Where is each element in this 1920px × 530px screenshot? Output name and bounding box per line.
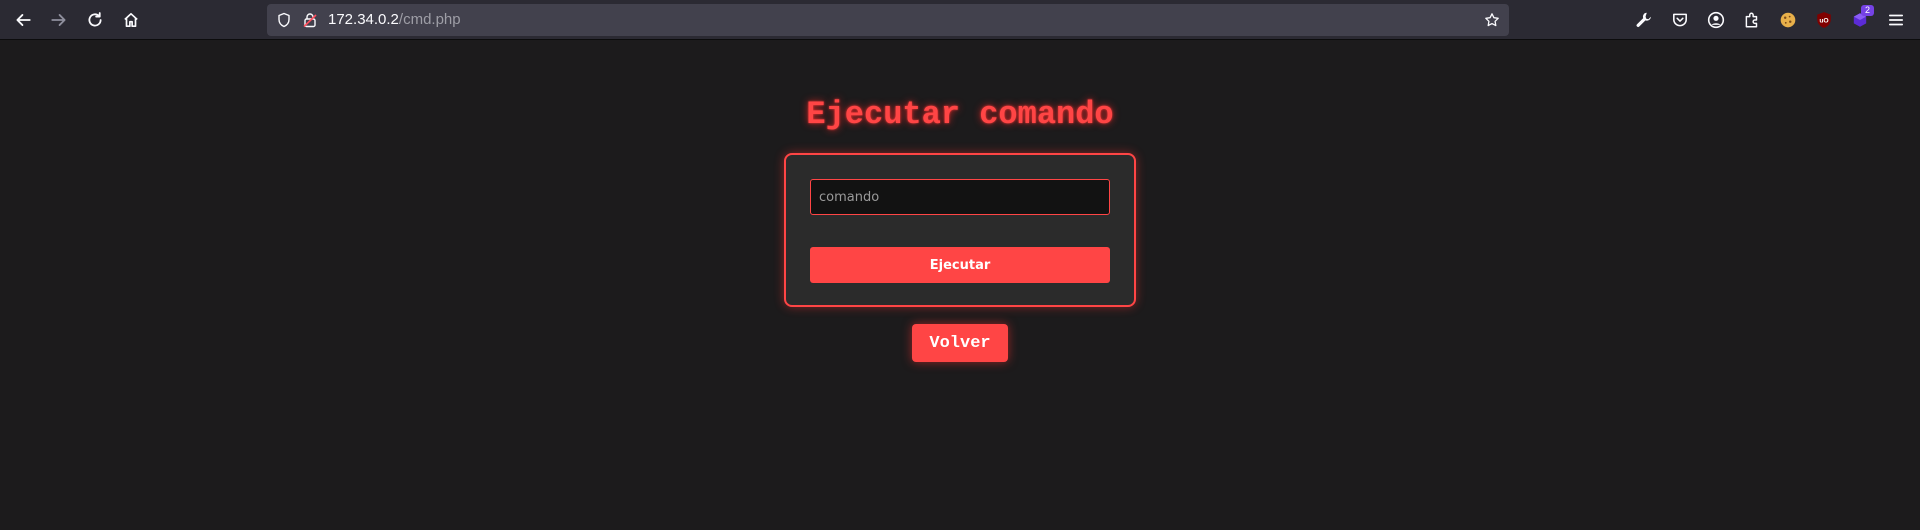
reload-button[interactable] — [81, 6, 109, 34]
extensions-puzzle-icon[interactable] — [1741, 9, 1763, 31]
forward-button[interactable] — [45, 6, 73, 34]
cookie-extension-icon[interactable] — [1777, 9, 1799, 31]
execute-button[interactable]: Ejecutar — [810, 247, 1110, 283]
shield-icon[interactable] — [275, 11, 293, 29]
account-icon[interactable] — [1705, 9, 1727, 31]
extension-badge: 2 — [1861, 5, 1874, 16]
bookmark-star-icon[interactable] — [1483, 11, 1501, 29]
url-host: 172.34.0.2 — [328, 11, 399, 28]
address-bar[interactable]: 172.34.0.2/cmd.php — [267, 4, 1509, 36]
purple-extension-icon[interactable]: 2 — [1849, 5, 1874, 31]
url-text[interactable]: 172.34.0.2/cmd.php — [328, 4, 461, 36]
insecure-lock-icon[interactable] — [301, 11, 319, 29]
page-content: Ejecutar comando Ejecutar Volver — [0, 40, 1920, 530]
ublock-label: uO — [1819, 18, 1828, 25]
reload-icon — [88, 12, 102, 27]
hamburger-menu-icon[interactable] — [1885, 9, 1907, 31]
forward-arrow-icon — [51, 14, 66, 26]
url-path: /cmd.php — [398, 11, 461, 28]
wrench-icon[interactable] — [1633, 9, 1655, 31]
page-title: Ejecutar comando — [806, 96, 1114, 133]
browser-toolbar: 172.34.0.2/cmd.php uO 2 — [0, 0, 1920, 40]
command-form: Ejecutar — [784, 153, 1136, 307]
command-input[interactable] — [810, 179, 1110, 215]
home-button[interactable] — [117, 6, 145, 34]
back-button[interactable] — [9, 6, 37, 34]
ublock-origin-icon[interactable]: uO — [1813, 9, 1835, 31]
home-icon — [124, 12, 138, 28]
pocket-icon[interactable] — [1669, 9, 1691, 31]
back-link-button[interactable]: Volver — [912, 324, 1008, 362]
back-arrow-icon — [16, 14, 31, 26]
